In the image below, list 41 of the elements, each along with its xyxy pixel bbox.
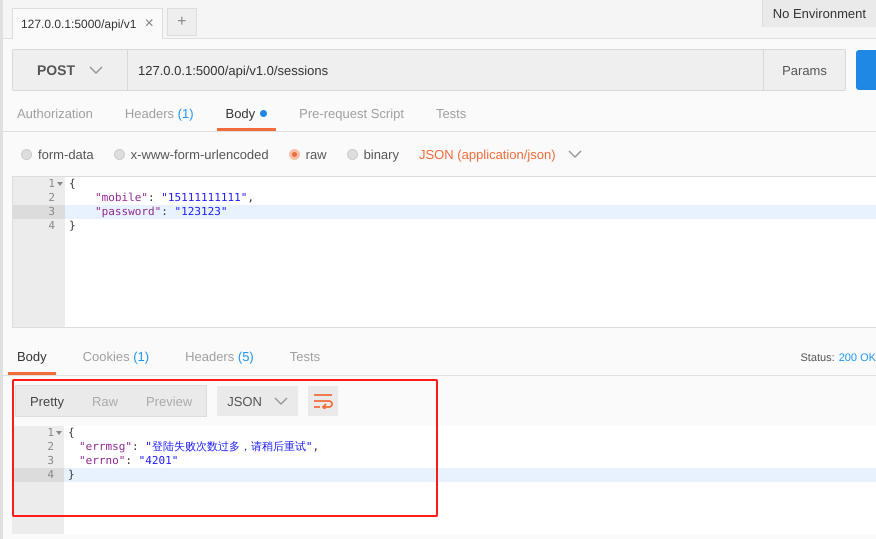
code-line: {: [67, 426, 75, 440]
chevron-down-icon: [568, 150, 582, 158]
line-number: 3: [48, 205, 55, 218]
environment-dropdown[interactable]: No Environment: [762, 0, 876, 27]
params-button[interactable]: Params: [763, 50, 845, 90]
wrap-lines-icon: [312, 393, 333, 409]
line-number: 2: [48, 191, 55, 204]
fold-caret-icon[interactable]: [56, 431, 62, 435]
fold-caret-icon[interactable]: [57, 182, 63, 186]
method-dropdown[interactable]: POST: [13, 50, 128, 90]
line-number: 4: [48, 219, 55, 232]
response-section-tab[interactable]: Body: [8, 340, 56, 375]
code-line: "password": "123123": [94, 205, 228, 219]
code-line: "errno": "4201": [78, 454, 178, 468]
request-section-tab[interactable]: Body: [216, 98, 276, 131]
body-mode-radio[interactable]: binary: [346, 146, 399, 162]
body-mode-radio[interactable]: x-www-form-urlencoded: [114, 146, 269, 162]
line-number: 1: [47, 426, 54, 439]
close-icon[interactable]: ×: [144, 15, 154, 33]
body-mode-radio[interactable]: form-data: [21, 146, 94, 162]
request-body-editor[interactable]: 1 { 2 "mobile": "15111111111", 3 "password": "123123" 4 }: [12, 176, 876, 328]
format-dropdown[interactable]: JSON: [217, 386, 298, 416]
body-mode-radio[interactable]: raw: [288, 146, 327, 162]
status-value: 200 OK: [838, 352, 876, 364]
chevron-down-icon: [274, 397, 288, 405]
line-number: 4: [47, 468, 54, 481]
line-number: 2: [47, 440, 54, 453]
request-tab[interactable]: 127.0.0.1:5000/api/v1 ×: [12, 8, 163, 39]
chevron-down-icon: [89, 66, 104, 74]
line-number: 1: [48, 177, 55, 190]
code-line: }: [67, 468, 75, 482]
request-url-bar[interactable]: POST 127.0.0.1:5000/api/v1.0/sessions Params: [12, 49, 846, 91]
wrap-lines-button[interactable]: [308, 386, 338, 416]
line-number: 3: [47, 454, 54, 467]
view-mode-button[interactable]: Pretty: [16, 386, 78, 416]
status-label: Status:: [800, 352, 835, 364]
code-line: "errmsg": "登陆失败次数过多，请稍后重试",: [78, 440, 320, 454]
line-number-gutter: [12, 482, 64, 534]
code-line: "mobile": "15111111111",: [94, 191, 254, 205]
code-line: }: [68, 219, 76, 233]
code-line: {: [68, 177, 76, 191]
